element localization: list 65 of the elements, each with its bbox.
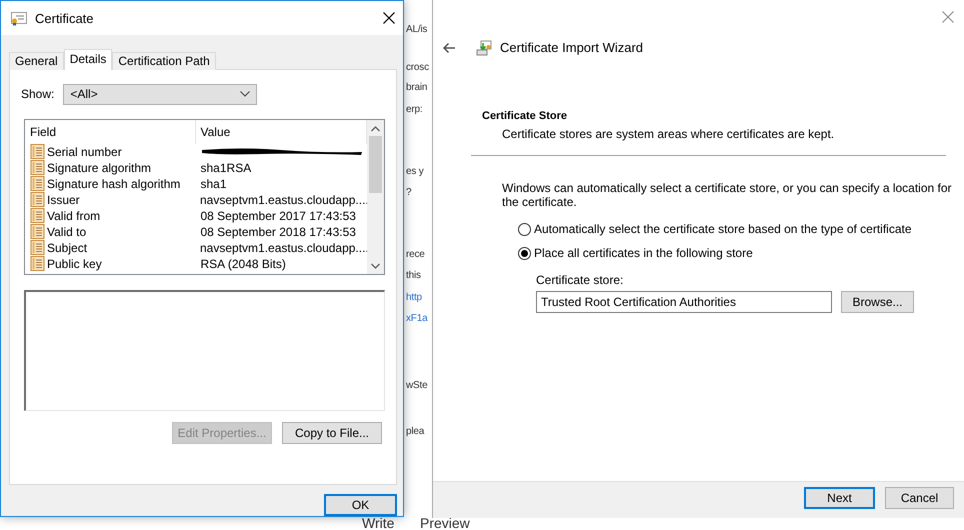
document-icon bbox=[30, 224, 45, 240]
page-text: ? bbox=[406, 187, 412, 198]
next-button[interactable]: Next bbox=[804, 487, 875, 509]
close-icon[interactable] bbox=[383, 12, 395, 24]
tab[interactable]: Certification Path bbox=[112, 52, 216, 70]
detail-text-area[interactable] bbox=[24, 290, 385, 411]
field-name: Public key bbox=[47, 256, 102, 271]
link-text[interactable]: xF1a bbox=[406, 313, 428, 324]
link-text[interactable]: http bbox=[406, 292, 422, 303]
certificate-store-field[interactable]: Trusted Root Certification Authorities bbox=[536, 291, 832, 313]
field-value: sha1RSA bbox=[200, 160, 252, 175]
chevron-down-icon bbox=[240, 91, 250, 98]
page-text: brain bbox=[406, 82, 428, 93]
field-value: RSA (2048 Bits) bbox=[200, 256, 286, 271]
back-arrow-icon[interactable] bbox=[442, 42, 456, 54]
wizard-title: Certificate Import Wizard bbox=[500, 40, 644, 55]
tab[interactable]: Details bbox=[64, 48, 112, 70]
section-heading: Certificate Store bbox=[482, 110, 568, 122]
radio-option[interactable]: Place all certificates in the following store bbox=[518, 243, 946, 263]
document-icon bbox=[30, 176, 45, 192]
section-description: Certificate stores are system areas where certificates are kept. bbox=[502, 127, 836, 141]
page-text: crosc bbox=[406, 62, 429, 73]
show-dropdown[interactable]: <All> bbox=[63, 84, 258, 105]
field-name: Signature hash algorithm bbox=[47, 176, 180, 191]
store-label: Certificate store: bbox=[536, 273, 624, 287]
radio-option[interactable]: Automatically select the certificate store based on the type of certificate bbox=[518, 219, 946, 239]
document-icon bbox=[30, 208, 45, 224]
page-text: erp: bbox=[406, 104, 422, 115]
scroll-up-icon[interactable] bbox=[371, 126, 380, 132]
page-text: this bbox=[406, 270, 421, 281]
cancel-button[interactable]: Cancel bbox=[885, 487, 954, 509]
copy-to-file-button[interactable]: Copy to File... bbox=[282, 422, 382, 444]
document-icon bbox=[30, 256, 45, 272]
radio-button[interactable] bbox=[518, 246, 531, 260]
field-name: Valid from bbox=[47, 208, 100, 223]
document-icon bbox=[30, 192, 45, 208]
page-text: plea bbox=[406, 426, 424, 437]
certificate-icon bbox=[11, 10, 27, 26]
field-name: Serial number bbox=[47, 144, 122, 159]
show-label: Show: bbox=[21, 87, 54, 102]
field-value: sha1 bbox=[200, 176, 227, 191]
page-text: rece bbox=[406, 249, 425, 260]
page-text: es y bbox=[406, 166, 424, 177]
field-name: Issuer bbox=[47, 192, 80, 207]
page-text: wSte bbox=[406, 380, 428, 391]
ok-button[interactable]: OK bbox=[324, 494, 397, 516]
field-name: Signature algorithm bbox=[47, 160, 152, 175]
document-icon bbox=[30, 240, 45, 256]
instruction-text: Windows can automatically select a certificate store, or you can specify a location for the certificate. bbox=[502, 181, 952, 209]
field-name: Subject bbox=[47, 240, 88, 255]
field-value: 08 September 2018 17:43:53 bbox=[200, 224, 356, 239]
scroll-down-icon[interactable] bbox=[371, 262, 380, 269]
editor-tab[interactable]: Preview bbox=[420, 515, 470, 530]
radio-button[interactable] bbox=[518, 222, 531, 236]
page-text: AL/is bbox=[406, 24, 428, 35]
field-value: 08 September 2017 17:43:53 bbox=[200, 208, 356, 223]
browse-button[interactable]: Browse... bbox=[841, 291, 914, 313]
document-icon bbox=[30, 144, 45, 160]
certificate-import-icon bbox=[476, 40, 492, 56]
tab[interactable]: General bbox=[9, 52, 64, 70]
editor-tab[interactable]: Write bbox=[362, 515, 394, 530]
document-icon bbox=[30, 160, 45, 176]
scrollbar[interactable] bbox=[367, 120, 384, 274]
window-title: Certificate bbox=[35, 10, 95, 26]
field-name: Valid to bbox=[47, 224, 86, 239]
